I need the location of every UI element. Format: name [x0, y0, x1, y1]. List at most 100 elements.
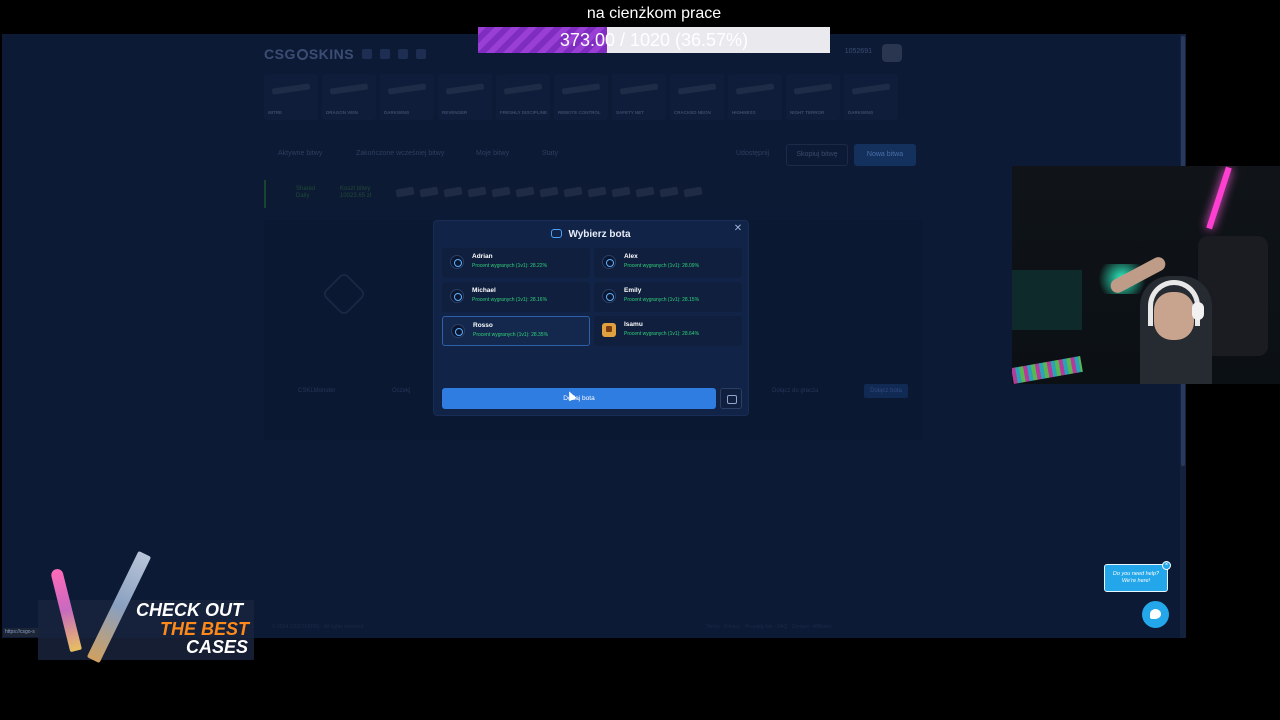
battle-summary-row: Shared Daily Koszt bitwy 10023.65 zł — [264, 180, 922, 208]
bot-icon — [551, 229, 563, 238]
bot-avatar — [602, 323, 616, 337]
bot-winrate: Procent wygranych (1v1): 28.64% — [624, 331, 700, 337]
weapon-icon — [271, 83, 311, 95]
instagram-icon[interactable] — [398, 49, 409, 59]
bot-winrate: Procent wygranych (1v1): 28.16% — [472, 297, 548, 303]
live-drop-item[interactable]: DARKWING — [380, 74, 434, 120]
twitter-icon[interactable] — [416, 49, 427, 59]
case-icon — [587, 186, 607, 198]
case-icon — [443, 186, 463, 198]
logo-text: CSG — [264, 46, 296, 62]
live-drop-label: REVENGER — [442, 110, 468, 115]
case-icon — [539, 186, 559, 198]
live-drop-item[interactable]: NIGHT TERROR — [786, 74, 840, 120]
help-chat-line1: Do you need help? — [1112, 571, 1160, 577]
goal-title: na cienżkom prace — [586, 5, 722, 22]
case-icon — [467, 186, 487, 198]
bot-name: Rosso — [473, 322, 493, 329]
bot-option-alex[interactable]: Alex Procent wygranych (1v1): 28.09% — [594, 248, 742, 278]
stream-frame: CSG SKINS 1052691 MITRE DRAGON VEIN DARKWIN… — [0, 0, 1280, 720]
player-status: Oczekj — [392, 388, 411, 394]
help-chat-bubble[interactable]: Do you need help? We're here! × — [1104, 561, 1171, 592]
live-drop-item[interactable]: REMOTE CONTROL — [554, 74, 608, 120]
case-icon — [419, 186, 439, 198]
copy-battle-button[interactable]: Skopiuj bitwę — [786, 144, 848, 166]
bot-name: Isamu — [624, 321, 643, 328]
webcam-overlay — [1012, 166, 1280, 384]
discord-icon[interactable] — [362, 49, 373, 59]
promo-line1: CHECK OUT — [136, 600, 243, 620]
bot-winrate: Procent wygranych (1v1): 28.09% — [624, 263, 700, 269]
crosshair-icon — [451, 324, 465, 338]
case-icon — [635, 186, 655, 198]
live-drop-item[interactable]: MITRE — [264, 74, 318, 120]
crosshair-icon — [450, 255, 464, 269]
weapon-icon — [793, 83, 833, 95]
goal-progress-bar: 373.00 / 1020 (36.57%) — [478, 27, 830, 53]
status-url: https://csgo-s — [3, 628, 39, 637]
live-drop-item[interactable]: CRACKED NEON — [670, 74, 724, 120]
promo-line2: THE BEST — [160, 619, 250, 639]
crosshair-icon — [602, 289, 616, 303]
tab-my-battles[interactable]: Moje bitwy — [476, 150, 509, 157]
bot-option-isamu[interactable]: Isamu Procent wygranych (1v1): 28.64% — [594, 316, 742, 346]
bot-name: Michael — [472, 287, 496, 294]
bot-name: Emily — [624, 287, 642, 294]
facebook-icon[interactable] — [380, 49, 391, 59]
chat-toggle-icon[interactable] — [720, 388, 742, 409]
bot-option-rosso[interactable]: Rosso Procent wygranych (1v1): 28.35% — [442, 316, 590, 346]
live-drop-label: FRESHLY DISCIPLINE — [500, 110, 548, 115]
footer-copyright: © 2024 CSGOSKINS · All rights reserved — [272, 624, 364, 630]
shared-label: Shared Daily — [296, 186, 316, 199]
join-bot-button[interactable]: Dołącz bota — [864, 384, 908, 398]
balance: 1052691 — [844, 48, 872, 55]
promo-line3: CASES — [186, 637, 249, 657]
monitor — [1012, 270, 1082, 330]
live-drop-item[interactable]: HIGHNESS — [728, 74, 782, 120]
live-drop-label: SAFETY NET — [616, 110, 644, 115]
live-drop-label: HIGHNESS — [732, 110, 756, 115]
new-battle-button[interactable]: Nowa bitwa — [854, 144, 916, 166]
bot-name: Alex — [624, 253, 638, 260]
modal-title: Wybierz bota — [434, 229, 748, 240]
chat-button-icon[interactable] — [1142, 601, 1169, 628]
battle-cost: Koszt bitwy 10023.65 zł — [340, 186, 372, 199]
share-link[interactable]: Udostępnij — [736, 150, 769, 157]
choose-bot-modal: ✕ Wybierz bota Adrian Procent wygranych (… — [433, 220, 749, 416]
live-drop-label: REMOTE CONTROL — [558, 110, 601, 115]
weapon-icon — [851, 83, 891, 95]
live-drop-item[interactable]: DRAGON VEIN — [322, 74, 376, 120]
weapon-icon — [561, 83, 601, 95]
tab-stats[interactable]: Staty — [542, 150, 558, 157]
player-name: CSKLMonster — [298, 388, 336, 394]
case-icon — [563, 186, 583, 198]
user-avatar[interactable] — [882, 44, 902, 62]
footer-links[interactable]: Terms · Privacy · Provably fair · FAQ · … — [706, 624, 832, 630]
tab-finished-battles[interactable]: Zakończone wcześniej bitwy — [356, 150, 444, 157]
bot-option-adrian[interactable]: Adrian Procent wygranych (1v1): 28.22% — [442, 248, 590, 278]
case-icon — [395, 186, 415, 198]
bot-option-michael[interactable]: Michael Procent wygranych (1v1): 28.16% — [442, 282, 590, 312]
bot-winrate: Procent wygranych (1v1): 28.35% — [473, 332, 549, 338]
live-drop-item[interactable]: DARKWING — [844, 74, 898, 120]
battle-actions: Aktywne bitwy Zakończone wcześniej bitwy… — [264, 144, 924, 166]
bot-winrate: Procent wygranych (1v1): 28.15% — [624, 297, 700, 303]
tab-active-battles[interactable]: Aktywne bitwy — [278, 150, 322, 157]
live-drop-item[interactable]: SAFETY NET — [612, 74, 666, 120]
goal-progress-text: 373.00 / 1020 (36.57%) — [559, 30, 749, 50]
add-bot-button[interactable]: Dodaj bota — [442, 388, 716, 409]
promo-banner: CHECK OUT THE BEST CASES — [38, 540, 254, 664]
live-drop-label: CRACKED NEON — [674, 110, 711, 115]
site-logo[interactable]: CSG SKINS — [264, 46, 354, 62]
live-drop-item[interactable]: REVENGER — [438, 74, 492, 120]
case-icon — [659, 186, 679, 198]
case-icon — [515, 186, 535, 198]
weapon-icon — [619, 83, 659, 95]
empty-slot-icon — [321, 271, 367, 317]
live-drop-item[interactable]: FRESHLY DISCIPLINE — [496, 74, 550, 120]
bot-option-emily[interactable]: Emily Procent wygranych (1v1): 28.15% — [594, 282, 742, 312]
live-drops-bar: MITRE DRAGON VEIN DARKWING REVENGER FRESHLY … — [264, 74, 924, 124]
crosshair-icon — [450, 289, 464, 303]
close-icon[interactable]: × — [1162, 561, 1171, 570]
live-drop-label: DRAGON VEIN — [326, 110, 358, 115]
